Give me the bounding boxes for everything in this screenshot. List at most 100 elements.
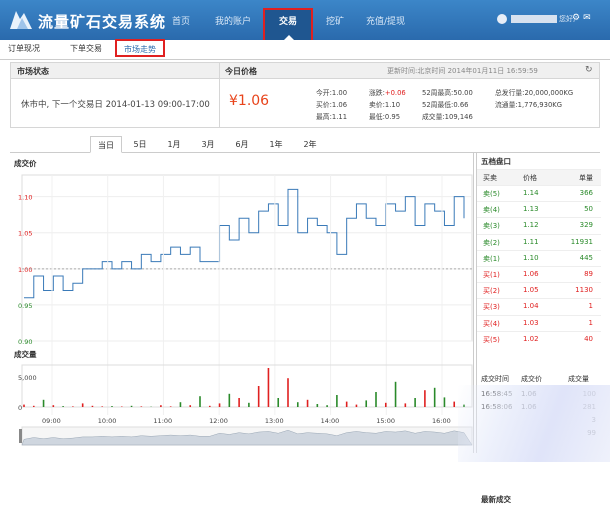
nav-my-account[interactable]: 我的账户 (215, 14, 251, 27)
ob-price: 1.03 (523, 319, 539, 327)
ob-header-side: 买卖 (483, 173, 497, 183)
subnav-order-status[interactable]: 订单现况 (8, 43, 40, 54)
volume-bar (385, 403, 387, 407)
price-chart-title: 成交价 (14, 158, 37, 168)
highlight-box-nav (263, 8, 313, 42)
volume-bar (131, 406, 133, 407)
volume-bar (414, 398, 416, 407)
ob-side: 卖(3) (483, 221, 500, 231)
volume-bar (23, 405, 25, 407)
ob-side: 买(1) (483, 270, 500, 280)
volume-bar (111, 406, 113, 407)
volume-bar (317, 404, 319, 407)
time-tick-label: 14:00 (321, 417, 340, 425)
current-price: ¥1.06 (229, 93, 269, 109)
volume-bar (307, 400, 309, 407)
ob-qty: 366 (580, 189, 593, 197)
volume-bar (229, 394, 231, 407)
tab-1y[interactable]: 1年 (260, 136, 292, 152)
order-book-buy-row: 买(1) 1.06 89 (477, 266, 601, 282)
volume-bar (336, 395, 338, 407)
volume-tick-label: 0 (18, 404, 22, 412)
update-time: 更新时间:北京时间 2014年01月11日 16:59:59 (387, 66, 538, 76)
ob-qty: 329 (580, 221, 593, 229)
quote-change: 涨跌:+0.06 (369, 87, 406, 97)
tab-today[interactable]: 当日 (90, 136, 122, 153)
volume-bar (199, 396, 201, 407)
ob-price: 1.12 (523, 221, 539, 229)
ob-price: 1.04 (523, 302, 539, 310)
ob-qty: 1 (589, 319, 593, 327)
nav-home[interactable]: 首页 (172, 14, 190, 27)
logo-icon (8, 9, 34, 31)
ob-header-qty: 单量 (579, 173, 593, 183)
volume-bar (170, 406, 172, 407)
order-book-buy-row: 买(4)1.031 (477, 315, 601, 331)
volume-tick-label: 5,000 (18, 374, 37, 382)
quote-change-label: 涨跌: (369, 89, 385, 97)
volume-bar (82, 403, 84, 407)
volume-bar (92, 406, 94, 407)
volume-bar (444, 397, 446, 407)
volume-bar (453, 402, 455, 407)
volume-bar (33, 406, 35, 407)
price-plot-frame (22, 175, 472, 341)
volume-bar (356, 405, 358, 407)
order-book-title: 五档盘口 (481, 156, 511, 167)
tab-3m[interactable]: 3月 (192, 136, 224, 152)
ob-side: 买(3) (483, 302, 500, 312)
volume-bar (43, 400, 45, 407)
price-tick-label: 0.95 (18, 302, 32, 310)
ob-qty: 445 (580, 254, 593, 262)
quote-high: 最高:1.11 (316, 111, 347, 121)
volume-bar (101, 406, 103, 407)
time-tick-label: 12:00 (209, 417, 228, 425)
ob-price: 1.06 (523, 270, 539, 278)
price-tick-label: 0.90 (18, 338, 32, 346)
order-book-buy-row: 买(2)1.051130 (477, 282, 601, 298)
ob-price: 1.14 (523, 189, 539, 197)
volume-bar (287, 378, 289, 407)
top-bar: 流量矿石交易系统 首页 我的账户 交易 挖矿 充值/提现 您好, ⚙✉ (0, 0, 610, 40)
ob-price: 1.10 (523, 254, 539, 262)
sub-nav: 订单现况 下单交易 (0, 40, 610, 60)
volume-bar (209, 406, 211, 407)
tab-6m[interactable]: 6月 (226, 136, 258, 152)
quote-total-issued: 总发行量:20,000,000KG (495, 87, 573, 97)
volume-plot-frame (22, 365, 472, 407)
price-line (24, 189, 464, 297)
price-volume-chart: 成交价1.101.051.000.950.9009:0010:0011:0012… (10, 153, 474, 453)
subnav-market-trend[interactable]: 市场走势 (115, 39, 165, 57)
user-avatar-icon[interactable] (497, 14, 507, 24)
tab-5d[interactable]: 5日 (124, 136, 156, 152)
user-menu-icons[interactable]: ⚙✉ (572, 13, 594, 23)
time-tick-label: 11:00 (153, 417, 172, 425)
nav-deposit-withdraw[interactable]: 充值/提现 (366, 14, 405, 27)
ob-side: 卖(2) (483, 238, 500, 248)
volume-bar (258, 386, 260, 407)
quote-circulating: 流通量:1,776,930KG (495, 99, 562, 109)
market-status-title: 市场状态 (17, 66, 49, 77)
tab-2y[interactable]: 2年 (294, 136, 326, 152)
order-book-buy-row: 买(5)1.0240 (477, 331, 601, 347)
volume-bar (346, 402, 348, 407)
quote-open: 今开:1.00 (316, 87, 347, 97)
price-tick-label: 1.05 (18, 230, 32, 238)
subnav-place-order[interactable]: 下单交易 (70, 43, 102, 54)
tab-1m[interactable]: 1月 (158, 136, 190, 152)
refresh-icon[interactable]: ↻ (585, 65, 593, 75)
ob-price: 1.11 (523, 238, 539, 246)
ob-price: 1.02 (523, 335, 539, 343)
time-tick-label: 10:00 (98, 417, 117, 425)
ob-qty: 89 (584, 270, 593, 278)
ob-side: 卖(4) (483, 205, 500, 215)
volume-bar (405, 403, 407, 407)
order-book-sell-row: 卖(3) 1.12 329 (477, 217, 601, 233)
quote-52w-high: 52周最高:50.00 (422, 87, 473, 97)
volume-bar (248, 403, 250, 407)
volume-bar (277, 398, 279, 407)
nav-mining[interactable]: 挖矿 (326, 14, 344, 27)
volume-bar (434, 388, 436, 407)
quote-bid: 买价:1.06 (316, 99, 347, 109)
trade-header-time: 成交时间 (481, 374, 509, 384)
